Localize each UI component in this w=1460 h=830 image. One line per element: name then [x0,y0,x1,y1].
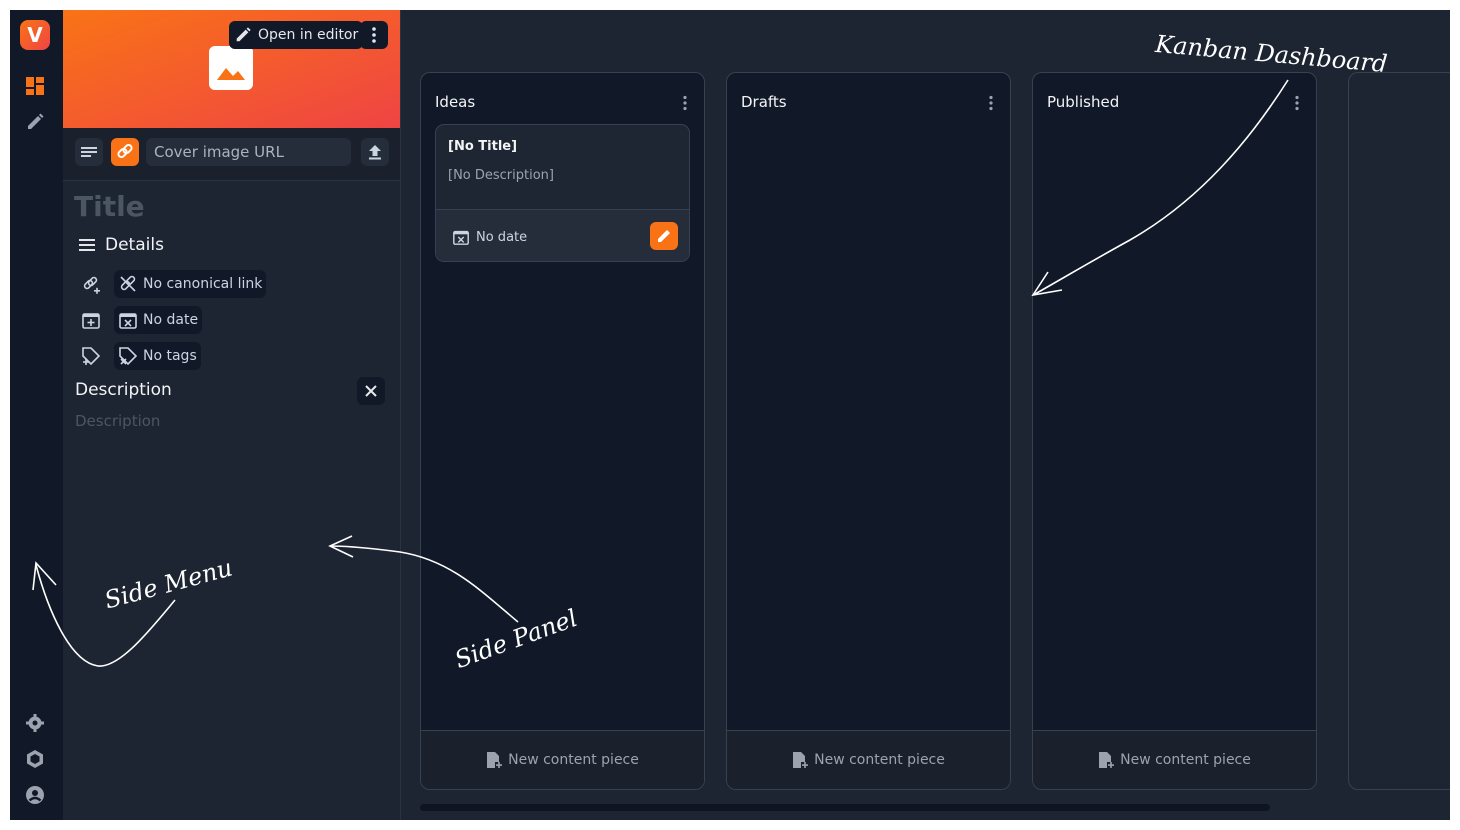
image-placeholder-icon [209,46,253,90]
menu-icon [79,239,95,251]
date-row: No date [81,306,203,334]
add-link-icon[interactable] [81,274,101,294]
more-options-button[interactable] [360,21,388,49]
column-title: Drafts [741,93,787,111]
open-in-editor-label: Open in editor [258,27,359,43]
calendar-off-icon [119,313,137,329]
remove-description-button[interactable] [357,377,385,405]
calendar-add-icon[interactable] [81,310,101,330]
tags-chip[interactable]: No tags [114,342,201,370]
add-column-area[interactable] [1348,72,1450,790]
canonical-link-chip[interactable]: No canonical link [114,270,267,298]
tag-off-icon [119,347,138,366]
title-input[interactable]: Title [74,190,145,223]
column-title: Ideas [435,93,476,111]
tags-label: No tags [143,348,197,364]
new-content-piece-button[interactable]: New content piece [727,730,1010,789]
link-cover-button[interactable] [111,138,139,166]
cover-toolbar [63,128,400,181]
tags-row: No tags [81,342,201,370]
details-label: Details [105,235,164,255]
new-content-piece-label: New content piece [1120,752,1251,768]
new-content-piece-label: New content piece [814,752,945,768]
tag-add-icon[interactable] [81,346,101,366]
link-icon [117,143,133,159]
card-date: No date [452,228,527,246]
new-content-piece-button[interactable]: New content piece [1033,730,1316,789]
calendar-off-icon [453,230,469,245]
gradient-cover-button[interactable] [75,138,103,166]
content-card[interactable]: [No Title] [No Description] No date [435,124,690,262]
app-window: V Open in editor Cover image URL Title D… [10,10,1450,820]
horizontal-scrollbar[interactable] [420,804,1270,811]
side-menu: V [10,10,64,820]
close-icon [365,385,377,397]
date-chip[interactable]: No date [114,306,203,334]
new-content-piece-label: New content piece [508,752,639,768]
pencil-icon[interactable] [25,112,45,132]
upload-icon [369,145,381,160]
card-description: [No Description] [448,168,554,183]
column-menu-icon[interactable] [1294,95,1300,111]
column-title: Published [1047,93,1120,111]
column-menu-icon[interactable] [682,95,688,111]
upload-cover-button[interactable] [361,138,389,166]
kanban-column-drafts: Drafts New content piece [726,72,1011,790]
canonical-link-label: No canonical link [143,276,263,292]
link-off-icon [120,275,136,292]
kanban-column-published: Published New content piece [1032,72,1317,790]
card-title: [No Title] [448,139,518,154]
more-vertical-icon [372,27,376,43]
open-in-editor-button[interactable]: Open in editor [229,21,364,49]
description-input[interactable]: Description [75,412,160,430]
dashboard-icon[interactable] [25,76,45,96]
date-label: No date [143,312,199,328]
side-panel: Open in editor Cover image URL Title Det… [63,10,401,820]
profile-icon[interactable] [25,785,45,805]
card-date-label: No date [476,229,528,245]
settings-icon[interactable] [25,713,45,733]
pencil-icon [236,27,251,42]
file-add-icon [1099,752,1115,768]
canonical-link-row: No canonical link [81,270,267,298]
column-menu-icon[interactable] [988,95,994,111]
new-content-piece-button[interactable]: New content piece [421,730,704,789]
card-footer: No date [436,209,689,261]
kanban-board: Ideas [No Title] [No Description] No dat… [401,52,1450,820]
lines-icon [81,147,97,157]
cover-image-url-input[interactable] [146,138,351,166]
file-add-icon [487,752,503,768]
kanban-column-ideas: Ideas [No Title] [No Description] No dat… [420,72,705,790]
pencil-icon [658,230,670,242]
extensions-icon[interactable] [25,749,45,769]
cover-image: Open in editor [63,10,400,128]
file-add-icon [793,752,809,768]
details-section-header[interactable]: Details [78,235,164,255]
description-header: Description [75,380,172,400]
edit-card-button[interactable] [650,222,678,250]
app-logo[interactable]: V [20,20,50,50]
